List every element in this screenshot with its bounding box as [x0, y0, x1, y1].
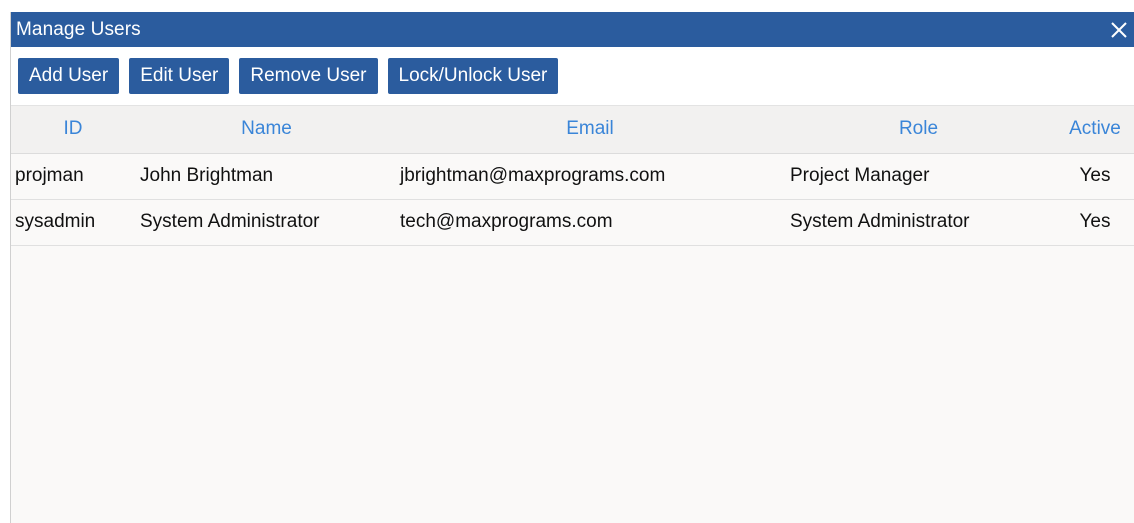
column-header-email[interactable]: Email [398, 106, 782, 154]
cell-role: System Administrator [790, 211, 970, 232]
column-header-active[interactable]: Active [1055, 106, 1134, 154]
cell-active: Yes [1079, 165, 1111, 186]
cell-name: John Brightman [140, 165, 274, 186]
table-body: projman John Brightman jbrightman@maxpro… [11, 153, 1134, 245]
add-user-button[interactable]: Add User [18, 58, 120, 94]
table-row[interactable]: sysadmin System Administrator tech@maxpr… [11, 199, 1134, 245]
column-header-name[interactable]: Name [135, 106, 398, 154]
cell-name: System Administrator [140, 211, 320, 232]
cell-id: projman [15, 165, 84, 186]
edit-user-button[interactable]: Edit User [129, 58, 230, 94]
cell-active: Yes [1079, 211, 1111, 232]
dialog-title: Manage Users [16, 18, 141, 40]
table-header: ID Name Email Role Active [11, 106, 1134, 154]
remove-user-button[interactable]: Remove User [239, 58, 378, 94]
cell-role: Project Manager [790, 165, 930, 186]
cell-email: tech@maxprograms.com [400, 211, 613, 232]
close-button[interactable] [1104, 12, 1134, 47]
cell-email: jbrightman@maxprograms.com [400, 165, 666, 186]
title-bar: Manage Users [11, 12, 1134, 47]
toolbar: Add User Edit User Remove User Lock/Unlo… [11, 47, 1134, 106]
manage-users-dialog: Manage Users Add User Edit User Remove U… [10, 12, 1134, 523]
column-header-role[interactable]: Role [782, 106, 1055, 154]
cell-id: sysadmin [15, 211, 96, 232]
table-row[interactable]: projman John Brightman jbrightman@maxpro… [11, 153, 1134, 199]
users-table: ID Name Email Role Active projman John B… [11, 106, 1134, 246]
column-header-id[interactable]: ID [11, 106, 135, 154]
close-icon [1111, 21, 1127, 38]
lock-unlock-user-button[interactable]: Lock/Unlock User [387, 58, 559, 94]
